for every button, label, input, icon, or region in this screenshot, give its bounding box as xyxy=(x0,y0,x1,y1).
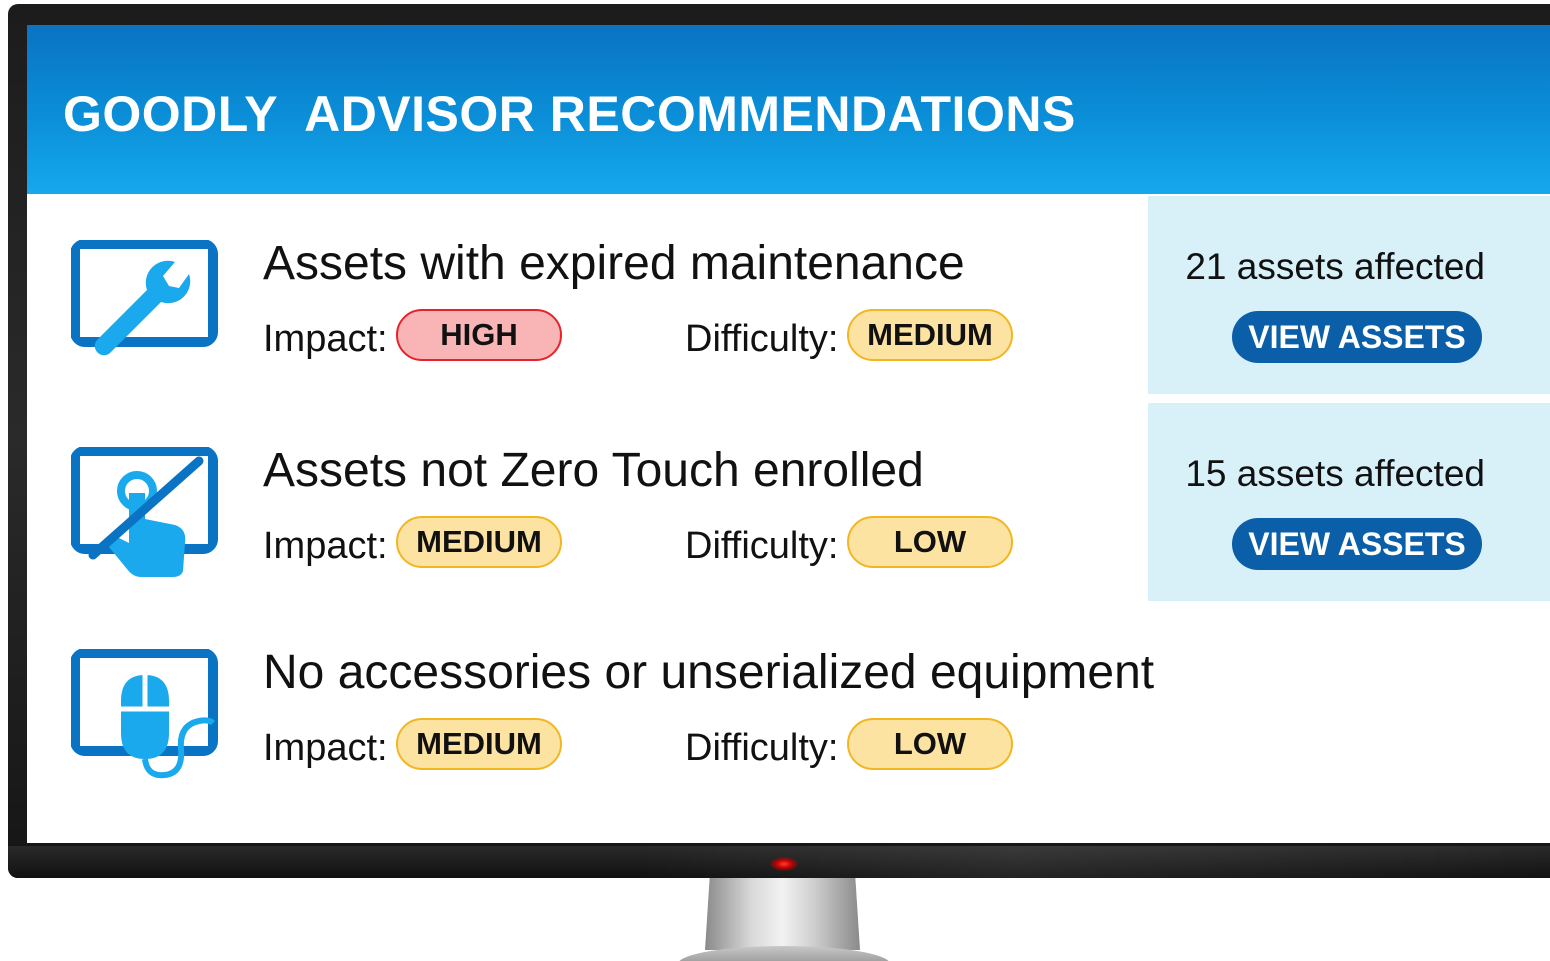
difficulty-label: Difficulty: xyxy=(685,727,839,769)
difficulty-badge: MEDIUM xyxy=(847,309,1013,361)
monitor-screen: GOODLY ADVISOR RECOMMENDATIONS 21 assets … xyxy=(27,25,1550,843)
touch-disabled-monitor-icon xyxy=(71,447,218,577)
power-led-icon xyxy=(770,857,798,871)
recommendation-title: Assets with expired maintenance xyxy=(263,237,965,290)
impact-label: Impact: xyxy=(263,525,388,567)
difficulty-badge: LOW xyxy=(847,718,1013,770)
goodly-logo: GOODLY xyxy=(63,86,279,142)
recommendation-row: No accessories or unserialized equipment… xyxy=(27,605,1154,805)
assets-affected-count: 21 assets affected xyxy=(1185,246,1485,287)
affected-panel-2: 15 assets affected VIEW ASSETS xyxy=(1148,403,1550,601)
assets-affected-count: 15 assets affected xyxy=(1185,453,1485,494)
header-banner: GOODLY ADVISOR RECOMMENDATIONS xyxy=(27,25,1550,194)
impact-badge: MEDIUM xyxy=(396,718,562,770)
difficulty-label: Difficulty: xyxy=(685,318,839,360)
wrench-monitor-icon xyxy=(71,240,218,356)
impact-label: Impact: xyxy=(263,318,388,360)
page-title: GOODLY ADVISOR RECOMMENDATIONS xyxy=(63,85,1076,143)
monitor-stand xyxy=(705,878,860,950)
difficulty-label: Difficulty: xyxy=(685,525,839,567)
view-assets-button[interactable]: VIEW ASSETS xyxy=(1232,311,1482,363)
mouse-monitor-icon xyxy=(71,649,218,779)
view-assets-button[interactable]: VIEW ASSETS xyxy=(1232,518,1482,570)
recommendation-row: Assets not Zero Touch enrolled Impact: M… xyxy=(27,403,1148,603)
impact-label: Impact: xyxy=(263,727,388,769)
stage: GOODLY ADVISOR RECOMMENDATIONS 21 assets … xyxy=(0,0,1550,961)
recommendation-row: Assets with expired maintenance Impact: … xyxy=(27,196,1148,396)
header-title: ADVISOR RECOMMENDATIONS xyxy=(304,86,1076,142)
recommendation-title: Assets not Zero Touch enrolled xyxy=(263,444,924,497)
difficulty-badge: LOW xyxy=(847,516,1013,568)
impact-badge: HIGH xyxy=(396,309,562,361)
impact-badge: MEDIUM xyxy=(396,516,562,568)
affected-panel-1: 21 assets affected VIEW ASSETS xyxy=(1148,196,1550,394)
recommendation-title: No accessories or unserialized equipment xyxy=(263,646,1155,699)
